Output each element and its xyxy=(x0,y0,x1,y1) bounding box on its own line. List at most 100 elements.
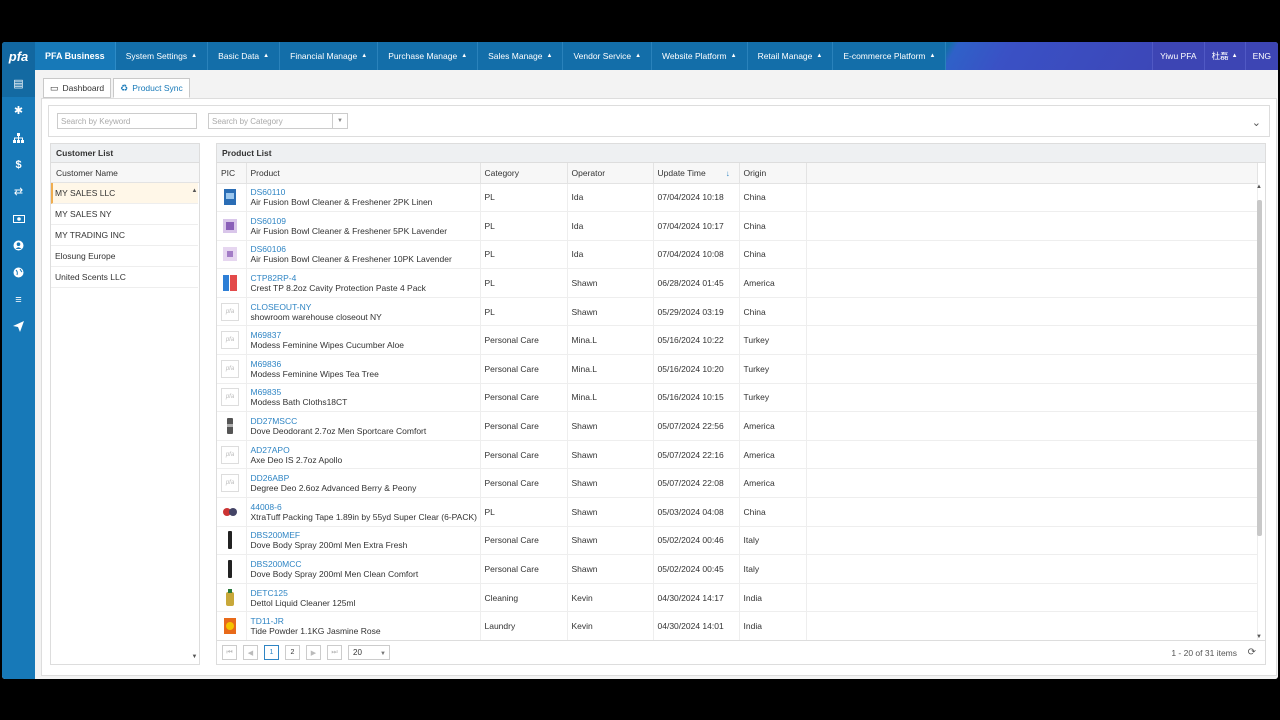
col-update-time[interactable]: Update Time ↓ xyxy=(653,163,740,184)
category-select[interactable]: Search by Category ▼ xyxy=(208,113,348,129)
page-2-button[interactable]: 2 xyxy=(285,645,300,660)
page-1-button[interactable]: 1 xyxy=(264,645,279,660)
menu-ecommerce-platform[interactable]: E-commerce Platform ▲ xyxy=(833,42,947,70)
page-size-select[interactable]: 20 ▼ xyxy=(348,645,390,660)
company-name[interactable]: Yiwu PFA xyxy=(1152,42,1204,70)
table-row[interactable]: DS60106 Air Fusion Bowl Cleaner & Freshen… xyxy=(217,240,1258,270)
product-thumbnail[interactable] xyxy=(221,417,239,435)
table-row[interactable]: pfa DD26ABP Degree Deo 2.6oz Advanced Berr… xyxy=(217,468,1258,499)
tab-dashboard[interactable]: ▭ Dashboard xyxy=(43,78,112,98)
menu-sales-manage[interactable]: Sales Manage ▲ xyxy=(478,42,564,70)
product-sku-link[interactable]: 44008-6 xyxy=(251,502,480,512)
menu-retail-manage[interactable]: Retail Manage ▲ xyxy=(748,42,834,70)
user-circle-icon[interactable] xyxy=(2,232,35,259)
menu-basic-data[interactable]: Basic Data ▲ xyxy=(208,42,281,70)
globe-icon[interactable] xyxy=(2,259,35,286)
col-pic[interactable]: PIC xyxy=(217,163,247,184)
product-sku-link[interactable]: AD27APO xyxy=(251,445,480,455)
product-thumbnail[interactable] xyxy=(221,560,239,579)
table-row[interactable]: pfa M69837 Modess Feminine Wipes Cucumber … xyxy=(217,325,1258,356)
table-row[interactable]: pfa M69835 Modess Bath Cloths18CT Personal … xyxy=(217,383,1258,413)
customer-name-header[interactable]: Customer Name xyxy=(51,163,199,183)
product-sku-link[interactable]: M69835 xyxy=(251,387,480,397)
product-thumbnail-placeholder[interactable]: pfa xyxy=(221,474,239,493)
send-icon[interactable] xyxy=(2,313,35,340)
product-sku-link[interactable]: DD27MSCC xyxy=(251,416,480,426)
scrollbar-thumb[interactable] xyxy=(1257,200,1262,536)
scroll-down-icon[interactable]: ▼ xyxy=(190,654,199,660)
customer-row[interactable]: MY SALES NY xyxy=(51,204,198,225)
table-row[interactable]: CTP82RP-4 Crest TP 8.2oz Cavity Protectio… xyxy=(217,268,1258,298)
vertical-scrollbar[interactable]: ▲ ▼ xyxy=(1255,184,1264,640)
table-row[interactable]: pfa AD27APO Axe Deo IS 2.7oz Apollo Persona… xyxy=(217,440,1258,470)
product-sku-link[interactable]: DS60110 xyxy=(251,187,480,197)
language-switch[interactable]: ENG xyxy=(1244,42,1278,70)
scroll-up-icon[interactable]: ▲ xyxy=(190,188,199,194)
dollar-icon[interactable]: $ xyxy=(2,151,35,178)
product-sku-link[interactable]: DD26ABP xyxy=(251,473,480,483)
table-row[interactable]: DS60109 Air Fusion Bowl Cleaner & Freshen… xyxy=(217,211,1258,241)
product-thumbnail-placeholder[interactable]: pfa xyxy=(221,388,239,407)
first-page-button[interactable]: ⏮ xyxy=(222,645,237,660)
product-sku-link[interactable]: TD11-JR xyxy=(251,616,480,626)
prev-page-button[interactable]: ◀ xyxy=(243,645,258,660)
col-origin[interactable]: Origin xyxy=(739,163,807,184)
table-row[interactable]: 44008-6 XtraTuff Packing Tape 1.89in by 5… xyxy=(217,497,1258,527)
pfa-logo[interactable]: pfa xyxy=(2,42,35,70)
next-page-button[interactable]: ▶ xyxy=(306,645,321,660)
brand-name[interactable]: PFA Business xyxy=(35,42,116,70)
menu-purchase-manage[interactable]: Purchase Manage ▲ xyxy=(378,42,479,70)
product-thumbnail-placeholder[interactable]: pfa xyxy=(221,331,239,350)
product-thumbnail-placeholder[interactable]: pfa xyxy=(221,302,239,321)
scroll-up-icon[interactable]: ▲ xyxy=(1256,184,1262,190)
customer-row[interactable]: MY SALES LLC xyxy=(51,183,198,204)
product-thumbnail-placeholder[interactable]: pfa xyxy=(221,445,239,464)
user-menu[interactable]: 杜磊 ▲ xyxy=(1203,42,1245,70)
product-thumbnail-placeholder[interactable]: pfa xyxy=(221,359,239,378)
product-thumbnail[interactable] xyxy=(221,274,239,292)
sitemap-icon[interactable] xyxy=(2,124,35,151)
product-thumbnail[interactable] xyxy=(221,617,239,635)
product-sku-link[interactable]: M69836 xyxy=(251,359,480,369)
col-product[interactable]: Product xyxy=(246,163,481,184)
product-sku-link[interactable]: DS60106 xyxy=(251,244,480,254)
table-row[interactable]: TD11-JR Tide Powder 1.1KG Jasmine Rose Lau… xyxy=(217,611,1258,641)
last-page-button[interactable]: ⏭ xyxy=(327,645,342,660)
product-thumbnail[interactable] xyxy=(221,531,239,550)
col-category[interactable]: Category xyxy=(480,163,568,184)
product-thumbnail[interactable] xyxy=(221,188,239,206)
table-row[interactable]: DD27MSCC Dove Deodorant 2.7oz Men Sportca… xyxy=(217,411,1258,441)
list-icon[interactable]: ▤ xyxy=(2,70,35,97)
table-row[interactable]: DS60110 Air Fusion Bowl Cleaner & Freshen… xyxy=(217,183,1258,213)
menu-website-platform[interactable]: Website Platform ▲ xyxy=(652,42,748,70)
product-thumbnail[interactable] xyxy=(221,503,239,521)
gear-icon[interactable]: ✱ xyxy=(2,97,35,124)
product-sku-link[interactable]: M69837 xyxy=(251,330,480,340)
product-thumbnail[interactable] xyxy=(221,588,239,607)
menu-vendor-service[interactable]: Vendor Service ▲ xyxy=(563,42,653,70)
product-thumbnail[interactable] xyxy=(221,217,239,235)
tab-product-sync[interactable]: ♻ Product Sync xyxy=(113,78,190,98)
table-row[interactable]: pfa M69836 Modess Feminine Wipes Tea Tree P… xyxy=(217,354,1258,384)
keyword-search-input[interactable]: Search by Keyword xyxy=(57,113,197,129)
product-sku-link[interactable]: DBS200MEF xyxy=(251,530,480,540)
table-row[interactable]: pfa CLOSEOUT-NY showroom warehouse closeou… xyxy=(217,297,1258,327)
product-sku-link[interactable]: DS60109 xyxy=(251,216,480,226)
menu-icon[interactable]: ≡ xyxy=(2,286,35,313)
menu-system-settings[interactable]: System Settings ▲ xyxy=(116,42,209,70)
money-icon[interactable] xyxy=(2,205,35,232)
product-sku-link[interactable]: CTP82RP-4 xyxy=(251,273,480,283)
customer-row[interactable]: MY TRADING INC xyxy=(51,225,198,246)
product-thumbnail[interactable] xyxy=(221,245,239,263)
table-row[interactable]: DBS200MCC Dove Body Spray 200ml Men Clean… xyxy=(217,554,1258,584)
product-sku-link[interactable]: DETC125 xyxy=(251,588,480,598)
customer-row[interactable]: United Scents LLC xyxy=(51,267,198,288)
refresh-icon[interactable]: ⟳ xyxy=(1248,647,1256,658)
product-sku-link[interactable]: DBS200MCC xyxy=(251,559,480,569)
table-row[interactable]: DETC125 Dettol Liquid Cleaner 125ml Cleani… xyxy=(217,583,1258,613)
table-row[interactable]: DBS200MEF Dove Body Spray 200ml Men Extra… xyxy=(217,526,1258,556)
col-operator[interactable]: Operator xyxy=(567,163,654,184)
product-sku-link[interactable]: CLOSEOUT-NY xyxy=(251,302,480,312)
customer-row[interactable]: Elosung Europe xyxy=(51,246,198,267)
menu-financial-manage[interactable]: Financial Manage ▲ xyxy=(280,42,379,70)
